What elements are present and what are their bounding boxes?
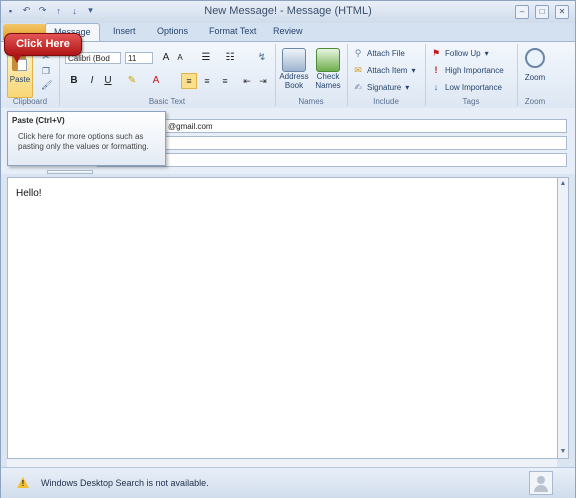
ribbon: Paste ✂ ❐ 🖌 Clipboard Calibri (Bod 11 A …: [1, 41, 575, 109]
chevron-down-icon: ▾: [405, 82, 410, 92]
tab-review[interactable]: Review: [273, 26, 303, 36]
close-button[interactable]: ✕: [555, 5, 569, 19]
down-arrow-icon: ↓: [433, 82, 439, 92]
italic-icon[interactable]: I: [85, 74, 99, 88]
grow-font-icon[interactable]: A: [159, 51, 173, 65]
names-group: Address Book Check Names Names: [275, 44, 348, 106]
basic-text-group: Calibri (Bod 11 A A ☰ ☷ ↯ B I U ✎ A ≡ ≡ …: [59, 44, 276, 106]
address-book-button[interactable]: Address Book: [279, 48, 309, 90]
numbering-icon[interactable]: ☷: [223, 51, 237, 65]
ribbon-tabs: Message Insert Options Format Text Revie…: [1, 23, 575, 41]
tags-group: ⚑ Follow Up ▾ ! High Importance ↓ Low Im…: [425, 44, 518, 106]
to-field-value: @gmail.com: [168, 122, 213, 131]
attach-item-label: Attach Item: [367, 65, 408, 75]
zoom-label: Zoom: [524, 73, 546, 82]
format-painter-icon[interactable]: 🖌: [41, 80, 52, 90]
message-body[interactable]: Hello!: [7, 177, 559, 459]
basic-text-group-label: Basic Text: [148, 97, 186, 106]
tooltip-description: Click here for more options such as past…: [18, 132, 149, 151]
tags-group-label: Tags: [462, 97, 480, 106]
highlight-icon[interactable]: ✎: [125, 74, 139, 88]
chevron-down-icon: ▾: [484, 48, 489, 58]
envelope-icon: ✉: [354, 65, 362, 75]
check-names-icon: [316, 48, 340, 72]
attach-file-button[interactable]: ⚲ Attach File: [353, 48, 405, 58]
exclamation-icon: !: [434, 65, 438, 75]
low-importance-label: Low Importance: [445, 82, 502, 92]
names-group-label: Names: [298, 97, 324, 106]
signature-button[interactable]: ✍ Signature ▾: [353, 82, 409, 92]
underline-icon[interactable]: U: [101, 74, 115, 88]
subject-label: Subject:: [47, 170, 93, 174]
align-right-icon[interactable]: ≡: [217, 73, 233, 89]
address-book-label: Address Book: [279, 72, 309, 90]
clipboard-group-label: Clipboard: [12, 97, 48, 106]
follow-up-label: Follow Up: [445, 48, 481, 58]
font-size-box[interactable]: 11: [125, 52, 153, 64]
avatar[interactable]: [529, 471, 553, 495]
status-text: Windows Desktop Search is not available.: [41, 478, 209, 488]
window-controls: – □ ✕: [515, 5, 569, 19]
include-group-label: Include: [373, 97, 399, 106]
decrease-indent-icon[interactable]: ⇤: [239, 73, 255, 89]
attach-item-button[interactable]: ✉ Attach Item ▾: [353, 65, 415, 75]
scroll-down-icon[interactable]: ▼: [559, 448, 567, 456]
check-names-label: Check Names: [315, 72, 341, 90]
chevron-down-icon: ▾: [411, 65, 416, 75]
minimize-button[interactable]: –: [515, 5, 529, 19]
signature-label: Signature: [367, 82, 402, 92]
tooltip-title: Paste (Ctrl+V): [12, 116, 65, 125]
title-bar: ▪ ↶ ↷ ↑ ↓ ▾ New Message! - Message (HTML…: [1, 1, 575, 24]
window-title: New Message! - Message (HTML): [204, 5, 372, 17]
cc-field[interactable]: [97, 136, 567, 150]
check-names-button[interactable]: Check Names: [313, 48, 343, 90]
paperclip-icon: ⚲: [354, 48, 362, 58]
attach-file-label: Attach File: [367, 48, 405, 58]
address-book-icon: [282, 48, 306, 72]
paste-label: Paste: [9, 75, 31, 84]
high-importance-button[interactable]: ! High Importance: [431, 65, 504, 75]
status-bar: ! Windows Desktop Search is not availabl…: [1, 467, 575, 498]
magnifier-icon: [525, 48, 545, 68]
scroll-up-icon[interactable]: ▲: [559, 180, 567, 188]
shrink-font-icon[interactable]: A: [173, 51, 187, 65]
warning-mark: !: [21, 479, 25, 488]
paste-tooltip: Paste (Ctrl+V) Click here for more optio…: [7, 111, 166, 166]
click-here-callout: Click Here: [4, 33, 82, 56]
maximize-button[interactable]: □: [535, 5, 549, 19]
align-center-icon[interactable]: ≡: [199, 73, 215, 89]
tab-insert[interactable]: Insert: [113, 26, 136, 36]
styles-icon[interactable]: ↯: [255, 51, 269, 65]
font-color-icon[interactable]: A: [149, 74, 163, 88]
bullets-icon[interactable]: ☰: [199, 51, 213, 65]
include-group: ⚲ Attach File ✉ Attach Item ▾ ✍ Signatur…: [347, 44, 426, 106]
zoom-group: Zoom Zoom: [517, 44, 553, 106]
tab-options[interactable]: Options: [157, 26, 188, 36]
tab-format-text[interactable]: Format Text: [209, 26, 256, 36]
increase-indent-icon[interactable]: ⇥: [255, 73, 271, 89]
outlook-message-window: ▪ ↶ ↷ ↑ ↓ ▾ New Message! - Message (HTML…: [0, 0, 576, 498]
follow-up-button[interactable]: ⚑ Follow Up ▾: [431, 48, 489, 58]
low-importance-button[interactable]: ↓ Low Importance: [431, 82, 502, 92]
bold-icon[interactable]: B: [67, 74, 81, 88]
high-importance-label: High Importance: [445, 65, 504, 75]
zoom-button[interactable]: Zoom: [520, 48, 550, 82]
align-left-icon[interactable]: ≡: [181, 73, 197, 89]
bcc-field[interactable]: [97, 153, 567, 167]
zoom-group-label: Zoom: [524, 97, 546, 106]
copy-icon[interactable]: ❐: [41, 66, 51, 76]
to-field[interactable]: @gmail.com: [97, 119, 567, 133]
horizontal-scrollbar[interactable]: [7, 459, 557, 467]
callout-pointer: [12, 54, 22, 63]
signature-icon: ✍: [354, 82, 362, 92]
message-body-text: Hello!: [16, 188, 42, 199]
vertical-scrollbar[interactable]: ▲ ▼: [557, 177, 569, 459]
flag-icon: ⚑: [431, 48, 441, 58]
